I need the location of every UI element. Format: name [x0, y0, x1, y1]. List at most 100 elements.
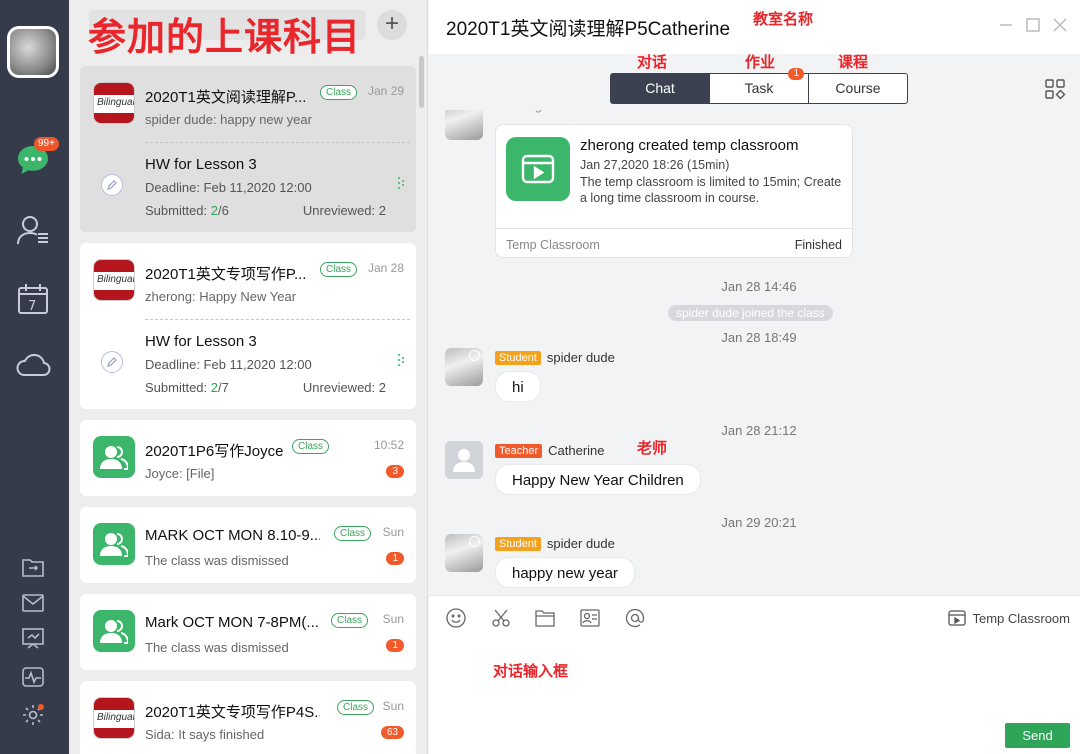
group-icon — [93, 523, 135, 565]
temp-card-status: Finished — [794, 238, 842, 252]
cloud-icon[interactable] — [15, 346, 51, 382]
conversation-item[interactable]: 2020T1P6写作Joyce Class 10:52 Joyce: [File… — [80, 420, 416, 496]
tab-task[interactable]: Task 1 — [709, 68, 808, 103]
temp-classroom-card[interactable]: zherong created temp classroom Jan 27,20… — [495, 124, 853, 258]
homework-unreviewed: Unreviewed: 2 — [302, 203, 386, 218]
annotation-teacher: 老师 — [637, 439, 668, 457]
contacts-icon[interactable] — [15, 212, 51, 248]
homework-title: HW for Lesson 3 — [145, 156, 257, 173]
conversation-title: Mark OCT MON 7-8PM(... — [145, 614, 319, 631]
class-tag: Class — [292, 439, 330, 454]
role-badge: Student — [495, 351, 541, 365]
annotation-classroom-name: 教室名称 — [753, 10, 814, 28]
homework-submitted: Submitted: 2/7 — [145, 380, 229, 395]
conversation-item[interactable]: Bilingual 2020T1英文专项写作P4S... Class Sun S… — [80, 681, 416, 754]
conversation-item[interactable]: Bilingual 2020T1英文专项写作P... Class Jan 28 … — [80, 243, 416, 319]
user-avatar[interactable] — [7, 26, 59, 78]
group-icon — [93, 610, 135, 652]
temp-card-desc: The temp classroom is limited to 15min; … — [580, 175, 842, 205]
timestamp: Jan 29 20:21 — [721, 515, 797, 530]
minimize-icon[interactable] — [995, 14, 1017, 36]
conversation-card[interactable]: Bilingual 2020T1英文专项写作P4S... Class Sun S… — [80, 681, 416, 754]
conversation-time: Sun — [382, 612, 404, 626]
message-list[interactable]: zherong zherong created temp classroom J… — [429, 110, 1080, 595]
pencil-icon — [101, 351, 123, 373]
sender-line: Student spider dude — [495, 536, 615, 551]
temp-card-footer: Temp Classroom Finished — [496, 228, 852, 252]
folder-icon[interactable] — [534, 607, 556, 629]
group-icon — [93, 436, 135, 478]
close-icon[interactable] — [1049, 14, 1071, 36]
mention-icon[interactable] — [624, 607, 646, 629]
temp-card-title: zherong created temp classroom — [580, 137, 799, 154]
list-scrollbar[interactable] — [419, 56, 424, 108]
mail-icon[interactable] — [22, 592, 44, 614]
chat-panel: 2020T1英文阅读理解P5Catherine Chat Task 1 Cours… — [429, 0, 1080, 754]
unread-badge: 3 — [386, 465, 404, 478]
timestamp: Jan 28 21:12 — [721, 423, 797, 438]
task-badge: 1 — [788, 68, 804, 80]
apps-grid-icon[interactable] — [1044, 78, 1066, 100]
scissors-icon[interactable] — [490, 607, 512, 629]
last-message: The class was dismissed — [145, 640, 289, 655]
avatar[interactable] — [445, 110, 483, 140]
homework-deadline: Deadline: Feb 11,2020 12:00 — [145, 357, 312, 372]
drag-dots-icon[interactable] — [397, 353, 405, 367]
classroom-video-icon — [506, 137, 570, 201]
drag-dots-icon[interactable] — [397, 176, 405, 190]
tab-chat[interactable]: Chat — [611, 74, 709, 103]
timestamp: Jan 28 14:46 — [721, 279, 797, 294]
add-button[interactable]: + — [377, 10, 407, 40]
conversation-card[interactable]: Bilingual 2020T1英文阅读理解P... Class Jan 29 … — [80, 66, 416, 232]
conversation-list-panel: + Bilingual 2020T1英文阅读理解P... Class Jan 2… — [69, 0, 428, 754]
class-logo: Bilingual — [93, 82, 135, 124]
temp-card-date: Jan 27,2020 18:26 (15min) — [580, 158, 730, 172]
settings-icon[interactable] — [22, 704, 44, 726]
conversation-item[interactable]: Mark OCT MON 7-8PM(... Class Sun The cla… — [80, 594, 416, 670]
pencil-icon — [101, 174, 123, 196]
message-bubble[interactable]: Happy New Year Children — [495, 464, 701, 495]
activity-icon[interactable] — [22, 666, 44, 688]
avatar[interactable] — [445, 441, 483, 479]
conversation-item[interactable]: Bilingual 2020T1英文阅读理解P... Class Jan 29 … — [80, 66, 416, 142]
conversation-time: Jan 28 — [367, 261, 404, 275]
timestamp: Jan 28 18:49 — [721, 330, 797, 345]
sender-line: Student spider dude — [495, 350, 615, 365]
homework-item[interactable]: HW for Lesson 3 Deadline: Feb 11,2020 12… — [80, 320, 416, 409]
conversation-card[interactable]: Bilingual 2020T1英文专项写作P... Class Jan 28 … — [80, 243, 416, 409]
send-button[interactable]: Send — [1005, 723, 1070, 748]
classroom-video-icon — [948, 610, 967, 626]
homework-item[interactable]: HW for Lesson 3 Deadline: Feb 11,2020 12… — [80, 143, 416, 232]
conversation-card[interactable]: MARK OCT MON 8.10-9... Class Sun The cla… — [80, 507, 416, 583]
sender-name: zherong — [495, 110, 542, 113]
conversation-time: 10:52 — [373, 438, 404, 452]
avatar[interactable] — [445, 534, 483, 572]
conversation-card[interactable]: 2020T1P6写作Joyce Class 10:52 Joyce: [File… — [80, 420, 416, 496]
whiteboard-icon[interactable] — [22, 628, 44, 650]
last-message: zherong: Happy New Year — [145, 289, 297, 304]
folder-transfer-icon[interactable] — [22, 556, 44, 578]
temp-card-label: Temp Classroom — [506, 238, 600, 252]
calendar-icon[interactable]: 7 — [15, 281, 51, 317]
last-message: spider dude: happy new year — [145, 112, 312, 127]
homework-unreviewed: Unreviewed: 2 — [302, 380, 386, 395]
avatar[interactable] — [445, 348, 483, 386]
homework-deadline: Deadline: Feb 11,2020 12:00 — [145, 180, 312, 195]
maximize-icon[interactable] — [1022, 14, 1044, 36]
emoji-icon[interactable] — [445, 607, 467, 629]
conversation-title: MARK OCT MON 8.10-9... — [145, 527, 320, 544]
temp-classroom-button[interactable]: Temp Classroom — [948, 610, 1070, 626]
message-bubble[interactable]: happy new year — [495, 557, 635, 588]
conversation-card[interactable]: Mark OCT MON 7-8PM(... Class Sun The cla… — [80, 594, 416, 670]
role-badge: Teacher — [495, 444, 543, 458]
conversation-title: 2020T1英文阅读理解P... — [145, 89, 307, 106]
system-message: spider dude joined the class — [668, 305, 833, 321]
contact-card-icon[interactable] — [579, 607, 601, 629]
conversation-item[interactable]: MARK OCT MON 8.10-9... Class Sun The cla… — [80, 507, 416, 583]
class-tag: Class — [320, 85, 358, 100]
chat-tabs: Chat Task 1 Course — [610, 68, 908, 104]
tab-course[interactable]: Course — [808, 74, 907, 103]
message-bubble[interactable]: hi — [495, 371, 541, 402]
left-rail: 99+ 7 — [0, 0, 69, 754]
annotation-input-box: 对话输入框 — [493, 662, 569, 680]
